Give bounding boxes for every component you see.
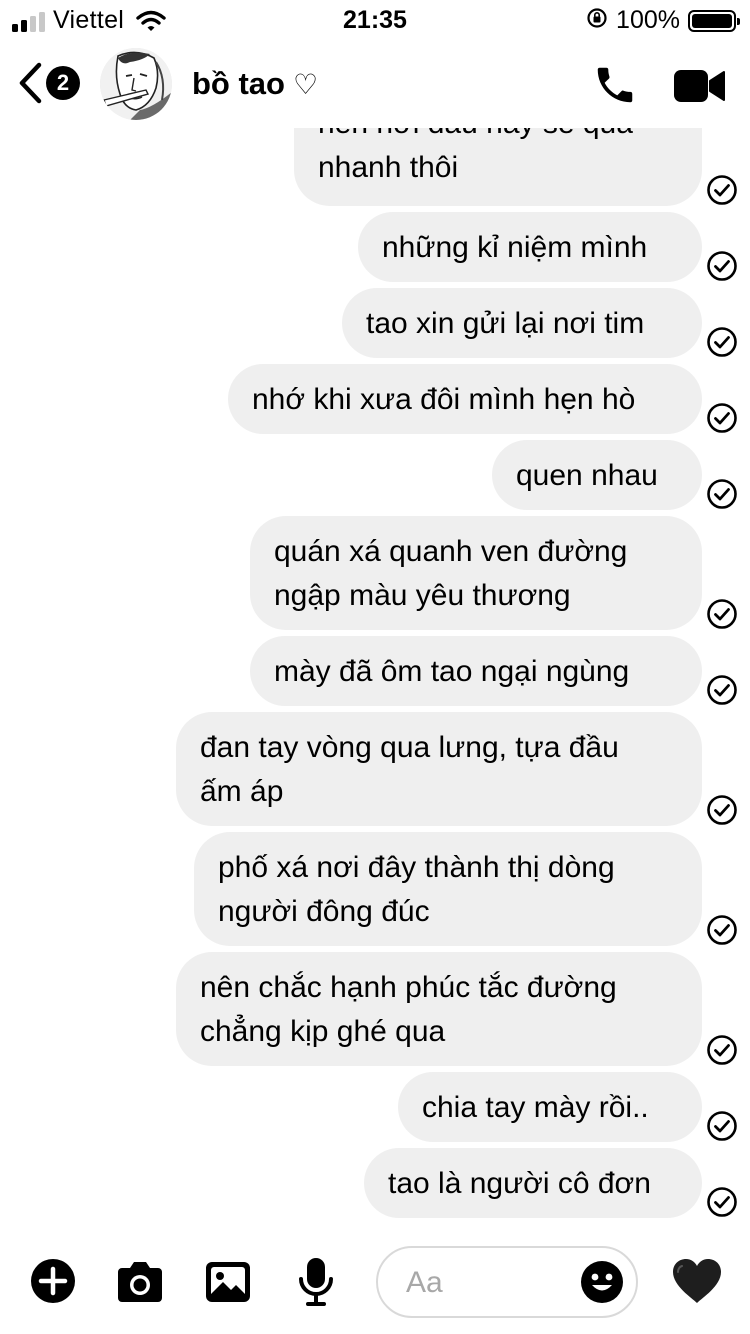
message-bubble[interactable]: quán xá quanh ven đường ngập màu yêu thư… bbox=[250, 516, 702, 630]
message-line: đan tay vòng qua lưng, tựa đầu bbox=[200, 731, 619, 764]
message-line: ấm áp bbox=[200, 775, 284, 808]
check-circle-icon bbox=[707, 1035, 737, 1065]
emoji-button[interactable] bbox=[580, 1260, 624, 1309]
message-bubble[interactable]: tao xin gửi lại nơi tim bbox=[342, 288, 702, 358]
message-composer bbox=[0, 1240, 750, 1334]
avatar-illustration bbox=[100, 48, 172, 120]
message-bubble[interactable]: nên chắc hạnh phúc tắc đường chẳng kịp g… bbox=[176, 952, 702, 1066]
message-bubble[interactable]: phố xá nơi đây thành thị dòng người đông… bbox=[194, 832, 702, 946]
message-thread[interactable]: nên nơi đâu hãy sẽ qua nhanh thôi những … bbox=[0, 128, 750, 1238]
more-actions-button[interactable] bbox=[30, 1258, 76, 1309]
camera-button[interactable] bbox=[114, 1260, 166, 1309]
check-circle-icon bbox=[707, 1111, 737, 1141]
check-circle-icon bbox=[707, 479, 737, 509]
message-line: ngập màu yêu thương bbox=[274, 579, 571, 612]
check-circle-icon bbox=[707, 251, 737, 281]
send-heart-button[interactable] bbox=[670, 1256, 724, 1311]
message-line: phố xá nơi đây thành thị dòng bbox=[218, 851, 615, 884]
chevron-left-icon bbox=[19, 62, 42, 104]
voice-message-button[interactable] bbox=[296, 1256, 336, 1313]
video-camera-icon bbox=[674, 70, 725, 102]
check-circle-icon bbox=[707, 915, 737, 945]
check-circle-icon bbox=[707, 403, 737, 433]
check-circle-icon bbox=[707, 175, 737, 205]
message-line: mày đã ôm tao ngại ngùng bbox=[274, 655, 630, 688]
message-line: nhớ khi xưa đôi mình hẹn hò bbox=[252, 383, 636, 416]
message-line: tao là người cô đơn bbox=[388, 1167, 651, 1200]
message-line: chẳng kịp ghé qua bbox=[200, 1015, 446, 1048]
contact-name-text: bồ tao bbox=[192, 66, 285, 101]
unread-count-badge: 2 bbox=[46, 66, 80, 100]
black-heart-icon bbox=[673, 1259, 721, 1303]
message-bubble[interactable]: những kỉ niệm mình bbox=[358, 212, 702, 282]
message-bubble[interactable]: tao là người cô đơn bbox=[364, 1148, 702, 1218]
check-circle-icon bbox=[707, 327, 737, 357]
message-input-container bbox=[376, 1246, 638, 1318]
message-line: quen nhau bbox=[516, 459, 658, 492]
message-bubble[interactable]: nên nơi đâu hãy sẽ qua nhanh thôi bbox=[294, 128, 702, 206]
message-line: chia tay mày rồi.. bbox=[422, 1091, 649, 1124]
message-line: nhanh thôi bbox=[318, 151, 459, 184]
back-button[interactable]: 2 bbox=[18, 62, 80, 104]
message-input[interactable] bbox=[406, 1262, 576, 1304]
battery-icon bbox=[688, 9, 740, 32]
orientation-lock-icon bbox=[586, 7, 608, 34]
image-icon bbox=[206, 1262, 250, 1302]
message-line: nên chắc hạnh phúc tắc đường bbox=[200, 971, 617, 1004]
message-bubble[interactable]: mày đã ôm tao ngại ngùng bbox=[250, 636, 702, 706]
check-circle-icon bbox=[707, 675, 737, 705]
heart-outline-icon: ♡ bbox=[293, 68, 319, 100]
audio-call-button[interactable] bbox=[592, 62, 638, 113]
check-circle-icon bbox=[707, 795, 737, 825]
message-line: tao xin gửi lại nơi tim bbox=[366, 307, 645, 340]
check-circle-icon bbox=[707, 599, 737, 629]
contact-name[interactable]: bồ tao ♡ bbox=[192, 66, 318, 102]
contact-avatar[interactable] bbox=[100, 48, 172, 120]
status-right: 100% bbox=[586, 6, 740, 35]
message-line: người đông đúc bbox=[218, 895, 430, 928]
message-bubble[interactable]: nhớ khi xưa đôi mình hẹn hò bbox=[228, 364, 702, 434]
smiley-icon bbox=[581, 1261, 623, 1303]
message-bubble[interactable]: đan tay vòng qua lưng, tựa đầu ấm áp bbox=[176, 712, 702, 826]
phone-icon bbox=[597, 67, 633, 103]
message-line: nên nơi đâu hãy sẽ qua bbox=[318, 128, 678, 146]
battery-percent: 100% bbox=[616, 6, 680, 34]
chat-header: 2 bồ tao ♡ bbox=[0, 44, 750, 128]
message-bubble[interactable]: chia tay mày rồi.. bbox=[398, 1072, 702, 1142]
message-line: quán xá quanh ven đường bbox=[274, 535, 628, 568]
microphone-icon bbox=[299, 1258, 333, 1306]
messenger-chat-screen: Viettel 21:35 100% 2 bồ tao ♡ nhanh thôi… bbox=[0, 0, 750, 1334]
plus-circle-icon bbox=[31, 1259, 75, 1303]
gallery-button[interactable] bbox=[204, 1260, 252, 1309]
check-circle-icon bbox=[707, 1187, 737, 1217]
video-call-button[interactable] bbox=[672, 66, 726, 111]
message-bubble[interactable]: quen nhau bbox=[492, 440, 702, 510]
status-bar: Viettel 21:35 100% bbox=[0, 0, 750, 40]
camera-icon bbox=[118, 1262, 162, 1302]
message-line: những kỉ niệm mình bbox=[382, 231, 648, 264]
